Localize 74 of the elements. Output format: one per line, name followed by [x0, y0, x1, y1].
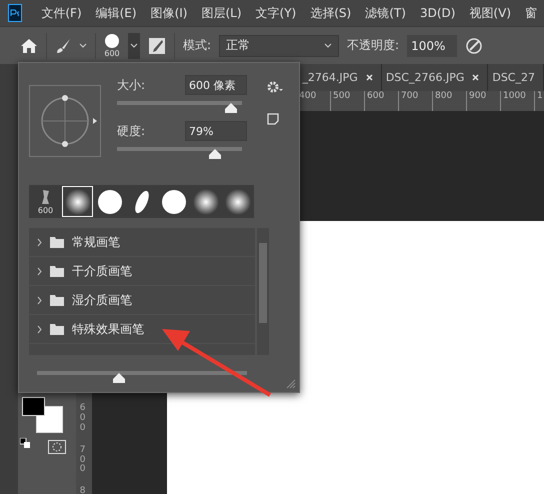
group-label: 湿介质画笔 [72, 292, 132, 308]
folder-icon [50, 236, 64, 248]
caret-icon [79, 42, 87, 48]
brush-group[interactable]: 湿介质画笔 [29, 286, 255, 315]
opacity-label: 不透明度: [347, 37, 400, 54]
ruler-label: 1 [534, 91, 544, 111]
scrollbar[interactable] [257, 228, 269, 355]
new-preset-icon [267, 113, 279, 125]
slider-label: 硬度: [117, 122, 146, 140]
slider-thumb[interactable] [208, 149, 220, 159]
brush-tip-icon [64, 188, 90, 214]
close-icon[interactable] [366, 74, 373, 81]
color-swatches-drawing[interactable] [22, 397, 64, 433]
brush-preset[interactable] [222, 186, 253, 217]
ruler-label: 700 [398, 91, 432, 111]
menu-item[interactable]: 图像(I) [144, 4, 194, 22]
mode-label: 模式: [183, 37, 212, 54]
close-icon[interactable] [472, 74, 480, 81]
chevron-icon[interactable] [37, 266, 42, 276]
menu-item[interactable]: 文字(Y) [248, 4, 304, 22]
gear-icon [267, 81, 283, 93]
ruler-label: 500 [330, 91, 364, 111]
mode-dropdown[interactable]: 正常 [219, 34, 340, 56]
chevron-icon[interactable] [37, 324, 42, 334]
caret-icon [130, 42, 138, 48]
group-label: 特殊效果画笔 [72, 320, 144, 338]
brush-tip-icon [160, 188, 186, 214]
ruler-label: 800 [432, 91, 466, 111]
ruler-label: 600 [364, 91, 398, 111]
brush-tip-icon [192, 188, 218, 214]
slider-label: 大小: [117, 76, 146, 94]
menu-item[interactable]: 图层(L) [194, 4, 249, 22]
ruler-label: 600 [80, 404, 86, 434]
brush-tip-icon [96, 188, 122, 214]
slider-thumb[interactable] [112, 373, 125, 383]
ruler-label: 8 [80, 487, 86, 494]
menu-item[interactable]: 文件(F) [34, 4, 89, 22]
menu-item[interactable]: 窗 [518, 4, 544, 22]
folder-icon [50, 294, 64, 306]
brush-group[interactable]: 干介质画笔 [29, 257, 255, 286]
slider-thumb[interactable] [224, 103, 237, 113]
brush-group[interactable]: 常规画笔 [29, 228, 255, 257]
chevron-icon[interactable] [37, 296, 42, 304]
group-label: 常规画笔 [72, 234, 120, 250]
ruler-label: 900 [466, 91, 500, 111]
swap-colors-icon [20, 438, 30, 448]
brush-tip-icon [224, 188, 250, 214]
document-tab[interactable]: DSC_27 [488, 64, 544, 91]
folder-icon [50, 324, 64, 334]
slider-value-field[interactable]: 600 像素 [185, 75, 247, 95]
brush-panel-icon [148, 36, 166, 54]
folder-icon [50, 266, 64, 276]
home-icon [20, 38, 38, 54]
ruler-label: 700 [80, 446, 86, 476]
menu-item[interactable]: 3D(D) [412, 6, 462, 20]
resize-grip-icon [286, 379, 296, 389]
menu-item[interactable]: 编辑(E) [88, 4, 144, 22]
document-tab[interactable]: _2764.JPG [298, 64, 382, 91]
app-logo-icon[interactable] [8, 4, 22, 22]
ruler-label: 1000 [500, 91, 534, 111]
chevron-icon[interactable] [37, 238, 42, 246]
menu-item[interactable]: 视图(V) [462, 4, 518, 22]
menu-item[interactable]: 选择(S) [303, 4, 358, 22]
document-tab[interactable]: DSC_2766.JPG [382, 64, 488, 91]
brush-size-preview[interactable]: 600 [104, 33, 120, 58]
caret-icon [324, 42, 332, 48]
slider-value-field[interactable]: 79% [185, 121, 247, 141]
group-label: 干介质画笔 [72, 262, 132, 280]
menu-item[interactable]: 滤镜(T) [358, 4, 413, 22]
brush-picker-button[interactable] [128, 32, 140, 58]
brush-preset[interactable] [62, 186, 93, 217]
brush-icon [55, 38, 71, 54]
quick-mask-icon [48, 440, 66, 454]
opacity-field[interactable]: 100% [407, 34, 458, 56]
